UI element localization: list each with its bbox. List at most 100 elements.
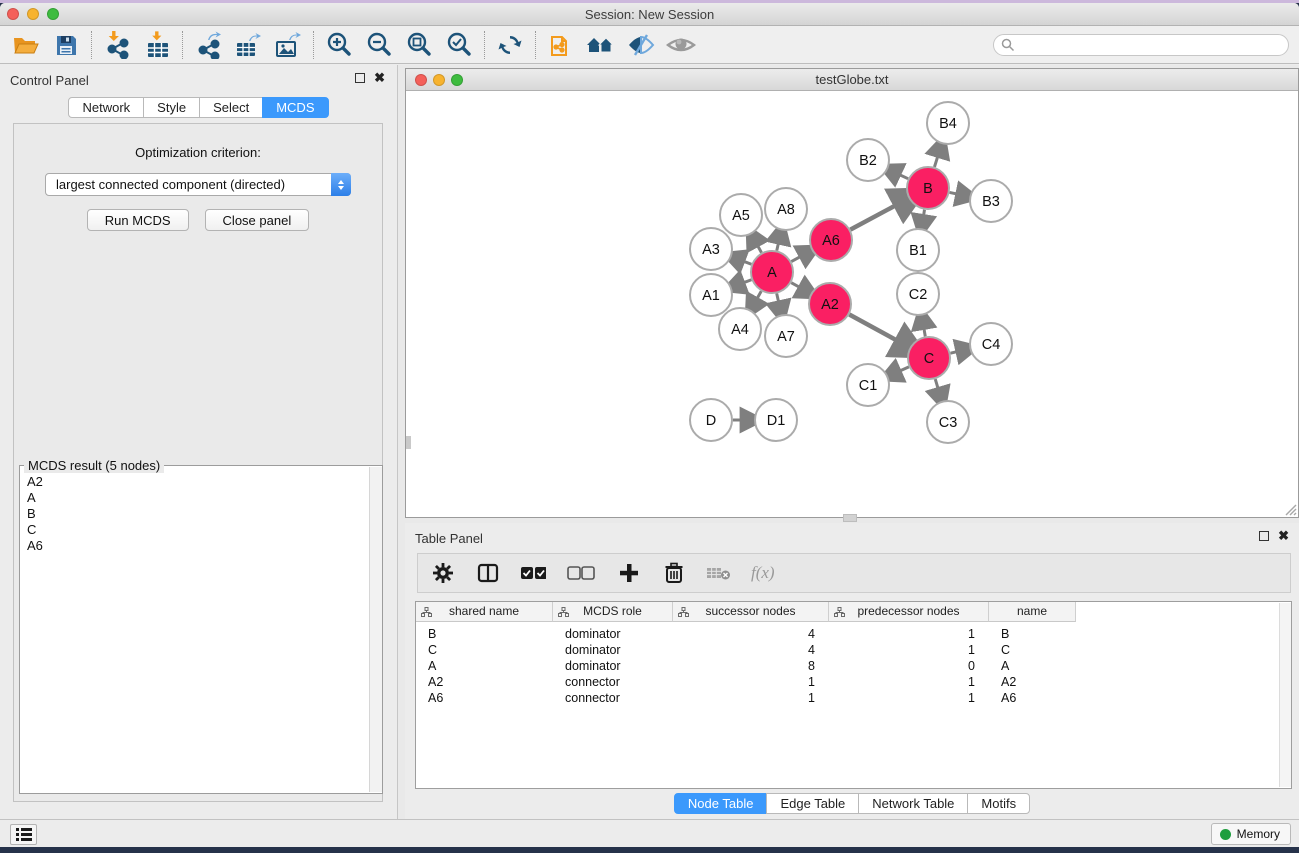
- graph-edge-B-B3[interactable]: [950, 192, 961, 194]
- table-cell[interactable]: 1: [829, 674, 989, 690]
- table-cell[interactable]: A: [416, 658, 553, 674]
- graph-edge-A-A4[interactable]: [755, 291, 761, 302]
- graph-edge-B-B2[interactable]: [896, 173, 908, 179]
- close-panel-icon[interactable]: ✖: [374, 73, 385, 83]
- tab-network-table[interactable]: Network Table: [858, 793, 968, 814]
- graph-node-A6[interactable]: A6: [810, 219, 852, 261]
- column-header-predecessor-nodes[interactable]: predecessor nodes: [829, 602, 989, 622]
- float-panel-icon[interactable]: [355, 73, 365, 83]
- network-window-titlebar[interactable]: testGlobe.txt: [406, 69, 1298, 91]
- graph-node-A1[interactable]: A1: [690, 274, 732, 316]
- mcds-result-item[interactable]: C: [27, 522, 382, 538]
- table-cell[interactable]: 1: [829, 690, 989, 706]
- close-table-panel-icon[interactable]: ✖: [1278, 531, 1289, 541]
- graph-node-A3[interactable]: A3: [690, 228, 732, 270]
- split-table-icon[interactable]: [475, 560, 501, 586]
- table-cell[interactable]: 1: [673, 674, 829, 690]
- mcds-result-list[interactable]: A2ABCA6: [20, 466, 382, 554]
- table-cell[interactable]: C: [989, 642, 1076, 658]
- table-cell[interactable]: A6: [416, 690, 553, 706]
- import-table-icon[interactable]: [137, 29, 177, 61]
- graph-edge-C-C4[interactable]: [950, 351, 960, 353]
- graph-edge-C-C2[interactable]: [923, 325, 925, 337]
- home-view-icon[interactable]: [581, 29, 621, 61]
- tab-mcds[interactable]: MCDS: [262, 97, 328, 118]
- graph-node-C3[interactable]: C3: [927, 401, 969, 443]
- graph-node-C[interactable]: C: [908, 337, 950, 379]
- graph-node-B[interactable]: B: [907, 167, 949, 209]
- export-table-icon[interactable]: [228, 29, 268, 61]
- graph-node-A8[interactable]: A8: [765, 188, 807, 230]
- horizontal-splitter-grip[interactable]: [843, 514, 857, 522]
- network-canvas[interactable]: AA1A2A3A4A5A6A7A8BB1B2B3B4CC1C2C3C4DD1: [406, 91, 1298, 517]
- export-image-icon[interactable]: [268, 29, 308, 61]
- save-session-icon[interactable]: [46, 29, 86, 61]
- table-cell[interactable]: 1: [673, 690, 829, 706]
- graph-edge-B-B4[interactable]: [934, 153, 938, 167]
- zoom-in-icon[interactable]: [319, 29, 359, 61]
- table-cell[interactable]: dominator: [553, 626, 673, 642]
- table-cell[interactable]: dominator: [553, 642, 673, 658]
- graph-edge-A-A3[interactable]: [740, 260, 751, 264]
- export-network-icon[interactable]: [188, 29, 228, 61]
- table-cell[interactable]: 1: [829, 642, 989, 658]
- table-row[interactable]: Cdominator41C: [416, 642, 1291, 658]
- mcds-result-item[interactable]: A6: [27, 538, 382, 554]
- table-cell[interactable]: A6: [989, 690, 1076, 706]
- select-all-columns-icon[interactable]: [520, 560, 546, 586]
- import-network-icon[interactable]: [97, 29, 137, 61]
- graph-edge-A2-C[interactable]: [849, 315, 901, 344]
- table-cell[interactable]: 1: [829, 626, 989, 642]
- table-row[interactable]: A6connector11A6: [416, 690, 1291, 706]
- tab-style[interactable]: Style: [143, 97, 200, 118]
- graph-node-B1[interactable]: B1: [897, 229, 939, 271]
- deselect-all-columns-icon[interactable]: [565, 560, 597, 586]
- graph-node-C1[interactable]: C1: [847, 364, 889, 406]
- graphics-details-icon[interactable]: [621, 29, 661, 61]
- graph-node-A2[interactable]: A2: [809, 283, 851, 325]
- table-cell[interactable]: 0: [829, 658, 989, 674]
- splitter-grip[interactable]: [406, 436, 411, 449]
- search-field[interactable]: [993, 34, 1289, 56]
- table-cell[interactable]: dominator: [553, 658, 673, 674]
- graph-edge-A-A2[interactable]: [791, 283, 803, 289]
- float-table-panel-icon[interactable]: [1259, 531, 1269, 541]
- graph-node-A7[interactable]: A7: [765, 315, 807, 357]
- tab-network[interactable]: Network: [68, 97, 144, 118]
- graph-edge-A6-B[interactable]: [850, 203, 900, 230]
- tab-node-table[interactable]: Node Table: [674, 793, 768, 814]
- window-resize-grip[interactable]: [1283, 502, 1297, 516]
- graph-node-A4[interactable]: A4: [719, 308, 761, 350]
- graph-node-A5[interactable]: A5: [720, 194, 762, 236]
- graph-edge-A-A1[interactable]: [740, 280, 751, 284]
- table-cell[interactable]: connector: [553, 674, 673, 690]
- table-cell[interactable]: 8: [673, 658, 829, 674]
- table-cell[interactable]: 4: [673, 626, 829, 642]
- graph-node-D[interactable]: D: [690, 399, 732, 441]
- zoom-out-icon[interactable]: [359, 29, 399, 61]
- table-cell[interactable]: B: [989, 626, 1076, 642]
- refresh-view-icon[interactable]: [490, 29, 530, 61]
- graph-edge-A-A8[interactable]: [777, 239, 780, 250]
- table-cell[interactable]: A: [989, 658, 1076, 674]
- birds-eye-view-icon[interactable]: [661, 29, 701, 61]
- graph-node-B4[interactable]: B4: [927, 102, 969, 144]
- memory-button[interactable]: Memory: [1211, 823, 1291, 845]
- delete-column-trash-icon[interactable]: [661, 560, 687, 586]
- criterion-dropdown[interactable]: largest connected component (directed): [45, 173, 351, 196]
- table-cell[interactable]: C: [416, 642, 553, 658]
- table-row[interactable]: A2connector11A2: [416, 674, 1291, 690]
- graph-node-D1[interactable]: D1: [755, 399, 797, 441]
- zoom-fit-icon[interactable]: [399, 29, 439, 61]
- tab-select[interactable]: Select: [199, 97, 263, 118]
- mcds-result-item[interactable]: B: [27, 506, 382, 522]
- zoom-selected-icon[interactable]: [439, 29, 479, 61]
- task-history-button[interactable]: [10, 824, 37, 845]
- table-cell[interactable]: A2: [989, 674, 1076, 690]
- graph-edge-A-A7[interactable]: [777, 293, 780, 305]
- table-cell[interactable]: A2: [416, 674, 553, 690]
- table-cell[interactable]: B: [416, 626, 553, 642]
- graph-edge-C-C1[interactable]: [896, 367, 909, 373]
- graph-edge-A-A6[interactable]: [791, 255, 803, 262]
- table-cell[interactable]: 4: [673, 642, 829, 658]
